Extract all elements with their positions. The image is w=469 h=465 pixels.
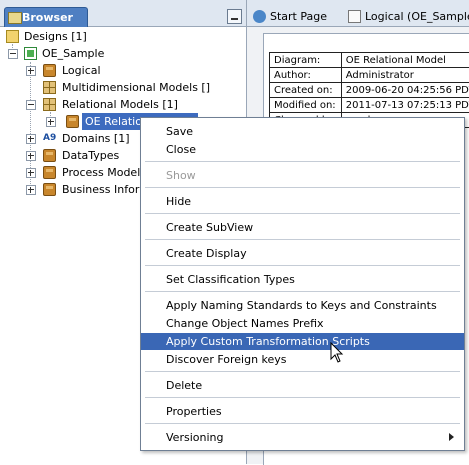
menu-item-versioning[interactable]: Versioning	[141, 429, 464, 446]
menu-item-label: Save	[166, 123, 193, 140]
menu-item-apply-naming-standards[interactable]: Apply Naming Standards to Keys and Const…	[141, 297, 464, 314]
menu-item-close[interactable]: Close	[141, 141, 464, 158]
expand-icon[interactable]	[26, 185, 36, 195]
property-key: Modified on:	[270, 98, 342, 113]
property-value: 2009-06-20 04:25:56 PDT	[341, 83, 469, 98]
collapse-icon[interactable]	[26, 100, 36, 110]
property-key: Author:	[270, 68, 342, 83]
expand-icon[interactable]	[26, 168, 36, 178]
menu-item-label: Delete	[166, 377, 202, 394]
menu-separator	[145, 291, 460, 292]
property-key: Diagram:	[270, 53, 342, 68]
table-row: Modified on: 2011-07-13 07:25:13 PDT	[270, 98, 469, 113]
expand-icon[interactable]	[26, 134, 36, 144]
menu-item-label: Properties	[166, 403, 222, 420]
tree-item-label: Domains [1]	[62, 130, 130, 147]
browser-tab-label: Browser	[22, 11, 73, 24]
table-row: Created on: 2009-06-20 04:25:56 PDT	[270, 83, 469, 98]
menu-item-show: Show	[141, 167, 464, 184]
table-row: Author: Administrator	[270, 68, 469, 83]
property-value: 2011-07-13 07:25:13 PDT	[341, 98, 469, 113]
tab-logical[interactable]: Logical (OE_Sample)	[348, 7, 469, 26]
tree-item-label: Process Model	[62, 164, 140, 181]
tab-label: Start Page	[270, 7, 327, 26]
multidimensional-icon	[43, 81, 56, 94]
menu-item-discover-foreign-keys[interactable]: Discover Foreign keys	[141, 351, 464, 368]
cube-icon	[43, 183, 56, 196]
property-value: OE Relational Model	[341, 53, 469, 68]
menu-separator	[145, 187, 460, 188]
menu-item-create-display[interactable]: Create Display	[141, 245, 464, 262]
menu-item-apply-custom-transformation-scripts[interactable]: Apply Custom Transformation Scripts	[141, 333, 464, 350]
menu-separator	[145, 423, 460, 424]
menu-item-label: Discover Foreign keys	[166, 351, 287, 368]
menu-item-label: Versioning	[166, 429, 223, 446]
cube-icon	[43, 64, 56, 77]
browser-tab[interactable]: Browser	[4, 7, 88, 27]
menu-item-label: Create SubView	[166, 219, 253, 236]
menu-item-change-object-names-prefix[interactable]: Change Object Names Prefix	[141, 315, 464, 332]
menu-item-hide[interactable]: Hide	[141, 193, 464, 210]
menu-separator	[145, 239, 460, 240]
menu-item-label: Set Classification Types	[166, 271, 295, 288]
cube-icon	[43, 166, 56, 179]
menu-item-label: Create Display	[166, 245, 247, 262]
tab-start-page[interactable]: Start Page	[253, 7, 339, 26]
tree-item-label: Designs [1]	[24, 28, 87, 45]
context-menu: Save Close Show Hide Create SubView Crea…	[140, 117, 465, 451]
cube-icon	[43, 149, 56, 162]
table-row: Diagram: OE Relational Model	[270, 53, 469, 68]
design-icon	[24, 47, 37, 60]
expand-icon[interactable]	[26, 66, 36, 76]
menu-separator	[145, 397, 460, 398]
menu-item-properties[interactable]: Properties	[141, 403, 464, 420]
tree-item-label: OE_Sample	[42, 45, 104, 62]
menu-item-delete[interactable]: Delete	[141, 377, 464, 394]
cube-icon	[66, 115, 79, 128]
menu-item-label: Change Object Names Prefix	[166, 315, 324, 332]
menu-item-label: Hide	[166, 193, 191, 210]
diagram-icon	[348, 10, 361, 23]
menu-item-set-classification-types[interactable]: Set Classification Types	[141, 271, 464, 288]
editor-tab-bar: Start Page Logical (OE_Sample)	[247, 0, 469, 27]
browser-header: Browser	[0, 0, 246, 27]
tree-item-label: Logical	[62, 62, 101, 79]
menu-separator	[145, 371, 460, 372]
start-page-icon	[253, 10, 266, 23]
menu-separator	[145, 213, 460, 214]
tree-item-label: Multidimensional Models []	[62, 79, 210, 96]
menu-item-label: Show	[166, 167, 196, 184]
relational-models-icon	[43, 98, 56, 111]
menu-item-create-subview[interactable]: Create SubView	[141, 219, 464, 236]
tab-label: Logical (OE_Sample)	[365, 7, 469, 26]
menu-item-label: Close	[166, 141, 196, 158]
mouse-pointer-icon	[330, 342, 344, 364]
minimize-button[interactable]	[227, 9, 242, 24]
tree-item-label: Relational Models [1]	[62, 96, 178, 113]
property-key: Created on:	[270, 83, 342, 98]
menu-item-save[interactable]: Save	[141, 123, 464, 140]
folder-icon	[6, 30, 19, 43]
menu-separator	[145, 265, 460, 266]
collapse-icon[interactable]	[8, 49, 18, 59]
submenu-arrow-icon	[449, 433, 454, 441]
browser-icon	[8, 12, 22, 24]
property-value: Administrator	[341, 68, 469, 83]
menu-separator	[145, 161, 460, 162]
domains-icon: A9	[43, 132, 56, 145]
tree-item-label: DataTypes	[62, 147, 119, 164]
expand-icon[interactable]	[26, 151, 36, 161]
menu-item-label: Apply Naming Standards to Keys and Const…	[166, 297, 437, 314]
expand-icon[interactable]	[46, 117, 56, 127]
